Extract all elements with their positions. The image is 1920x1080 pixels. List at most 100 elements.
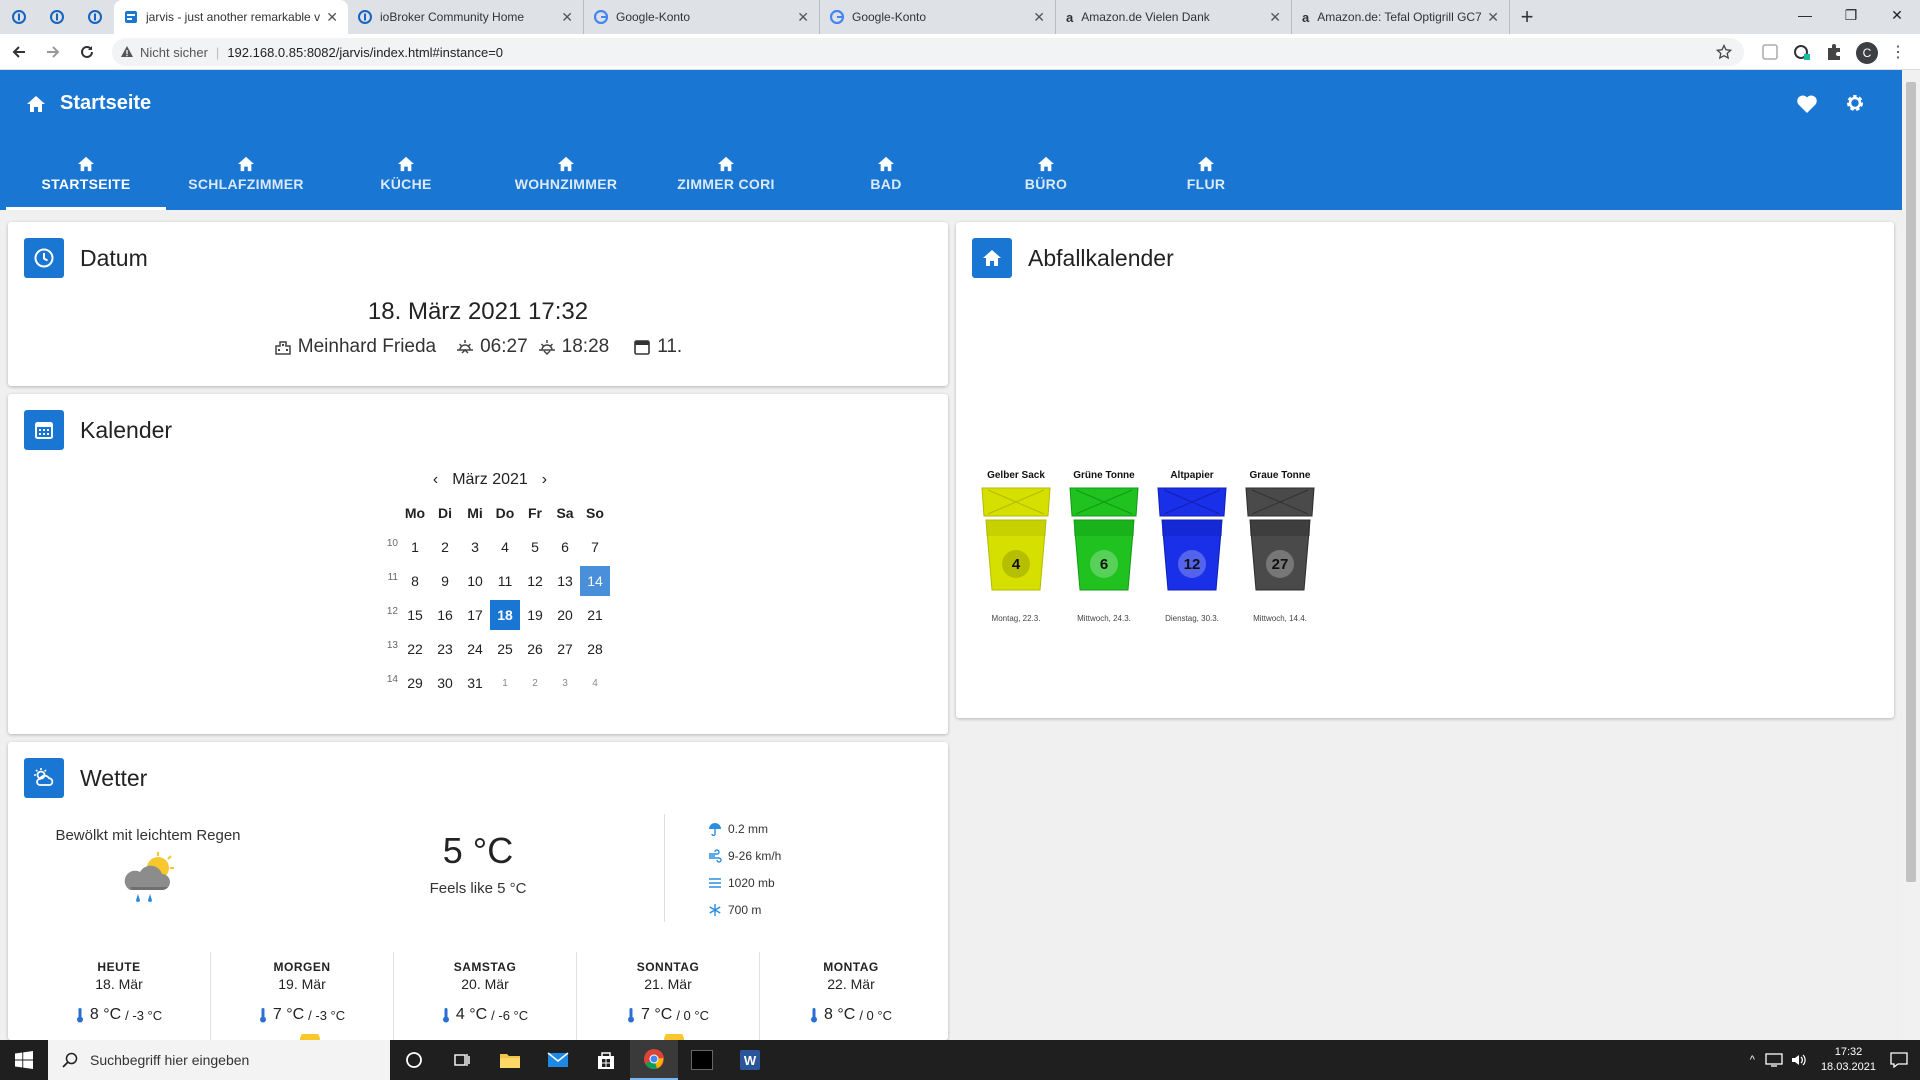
chevron-right-icon[interactable]: › [542,471,547,489]
calendar-day[interactable]: 22 [400,634,430,664]
mail-button[interactable] [534,1040,582,1080]
close-window-button[interactable]: ✕ [1874,0,1920,30]
chevron-left-icon[interactable]: ‹ [433,471,438,489]
close-tab-icon[interactable]: ✕ [797,9,809,26]
browser-tab-google-1[interactable]: Google-Konto ✕ [584,0,820,34]
file-explorer-button[interactable] [486,1040,534,1080]
calendar-day[interactable]: 23 [430,634,460,664]
calendar-day-next-month[interactable]: 4 [580,668,610,698]
pinned-tab-1[interactable] [0,0,38,34]
forward-button[interactable] [38,37,68,67]
calendar-day[interactable]: 3 [460,532,490,562]
heart-icon[interactable] [1796,94,1818,114]
calendar-day[interactable]: 30 [430,668,460,698]
taskbar-search[interactable]: Suchbegriff hier eingeben [48,1040,390,1080]
volume-icon[interactable] [1791,1053,1807,1067]
datum-card: Datum 18. März 2021 17:32 Meinhard Fried… [8,222,948,386]
chrome-button[interactable] [630,1040,678,1080]
calendar-day-next-month[interactable]: 3 [550,668,580,698]
calendar-day[interactable]: 31 [460,668,490,698]
pinned-tab-3[interactable] [76,0,114,34]
omnibox[interactable]: Nicht sicher | 192.168.0.85:8082/jarvis/… [112,38,1744,66]
restore-button[interactable]: ❐ [1828,0,1874,30]
network-icon[interactable] [1765,1053,1783,1067]
store-button[interactable] [582,1040,630,1080]
calendar-day[interactable]: 12 [520,566,550,596]
start-button[interactable] [0,1040,48,1080]
tab-buero[interactable]: BÜRO [966,152,1126,210]
tab-kueche[interactable]: KÜCHE [326,152,486,210]
calendar-day[interactable]: 4 [490,532,520,562]
card-title: Wetter [80,764,148,791]
calendar-day[interactable]: 26 [520,634,550,664]
calendar-day[interactable]: 25 [490,634,520,664]
back-button[interactable] [4,37,34,67]
calendar-day[interactable]: 1 [400,532,430,562]
calendar-day[interactable]: 13 [550,566,580,596]
tab-wohnzimmer[interactable]: WOHNZIMMER [486,152,646,210]
browser-tab-google-2[interactable]: Google-Konto ✕ [820,0,1056,34]
minimize-button[interactable]: — [1782,0,1828,30]
extension-gauge-icon[interactable] [1792,42,1812,62]
calendar-day[interactable]: 6 [550,532,580,562]
pinned-tab-2[interactable] [38,0,76,34]
url-text[interactable]: 192.168.0.85:8082/jarvis/index.html#inst… [227,45,503,60]
calendar-day[interactable]: 15 [400,600,430,630]
calendar-day[interactable]: 16 [430,600,460,630]
browser-tab-jarvis[interactable]: jarvis - just another remarkable v ✕ [114,0,348,34]
profile-avatar[interactable]: C [1856,42,1878,64]
tab-flur[interactable]: FLUR [1126,152,1286,210]
calendar-day[interactable]: 19 [520,600,550,630]
task-view-button[interactable] [438,1040,486,1080]
calendar-day[interactable]: 20 [550,600,580,630]
tab-bad[interactable]: BAD [806,152,966,210]
scrollbar-thumb[interactable] [1906,82,1916,882]
abfall-card: Abfallkalender Gelber Sack 4 Montag, 22.… [956,222,1894,718]
extension-icon[interactable] [1760,42,1780,62]
calendar-day[interactable]: 17 [460,600,490,630]
new-tab-button[interactable]: + [1510,0,1544,34]
browser-tab-amazon-2[interactable]: a Amazon.de: Tefal Optigrill GC705 ✕ [1292,0,1510,34]
calendar-day[interactable]: 8 [400,566,430,596]
calendar-day[interactable]: 2 [430,532,460,562]
tab-zimmer-cori[interactable]: ZIMMER CORI [646,152,806,210]
browser-tab-iobroker[interactable]: ioBroker Community Home ✕ [348,0,584,34]
calendar-day[interactable]: 21 [580,600,610,630]
tab-title: jarvis - just another remarkable v [146,10,321,24]
calendar-day[interactable]: 24 [460,634,490,664]
calendar-day[interactable]: 9 [430,566,460,596]
close-tab-icon[interactable]: ✕ [1269,9,1281,26]
weekday-label: Mi [467,505,483,521]
close-tab-icon[interactable]: ✕ [1033,9,1045,26]
page-scrollbar[interactable] [1902,70,1920,1040]
close-tab-icon[interactable]: ✕ [326,9,338,26]
reload-button[interactable] [72,37,102,67]
calendar-day[interactable]: 29 [400,668,430,698]
notification-icon[interactable] [1890,1052,1908,1068]
close-tab-icon[interactable]: ✕ [561,9,573,26]
calendar-day-today[interactable]: 18 [490,600,520,630]
calendar-day-next-month[interactable]: 2 [520,668,550,698]
taskbar-clock[interactable]: 17:32 18.03.2021 [1821,1045,1876,1075]
close-tab-icon[interactable]: ✕ [1487,9,1499,26]
terminal-app-button[interactable] [678,1040,726,1080]
calendar-day[interactable]: 5 [520,532,550,562]
calendar-day[interactable]: 27 [550,634,580,664]
calendar-day-next-month[interactable]: 1 [490,668,520,698]
tab-startseite[interactable]: STARTSEITE [6,152,166,210]
calendar-day[interactable]: 7 [580,532,610,562]
word-button[interactable]: W [726,1040,774,1080]
security-label[interactable]: Nicht sicher [140,45,208,60]
puzzle-icon[interactable] [1824,42,1844,62]
cortana-button[interactable] [390,1040,438,1080]
gear-icon[interactable] [1844,92,1866,114]
browser-menu-icon[interactable]: ⋮ [1890,42,1906,62]
calendar-day[interactable]: 10 [460,566,490,596]
calendar-day[interactable]: 11 [490,566,520,596]
calendar-day[interactable]: 28 [580,634,610,664]
tab-schlafzimmer[interactable]: SCHLAFZIMMER [166,152,326,210]
chevron-up-icon[interactable]: ^ [1750,1054,1755,1066]
home-icon [398,156,414,172]
browser-tab-amazon-1[interactable]: a Amazon.de Vielen Dank ✕ [1056,0,1292,34]
calendar-day-highlighted[interactable]: 14 [580,566,610,596]
